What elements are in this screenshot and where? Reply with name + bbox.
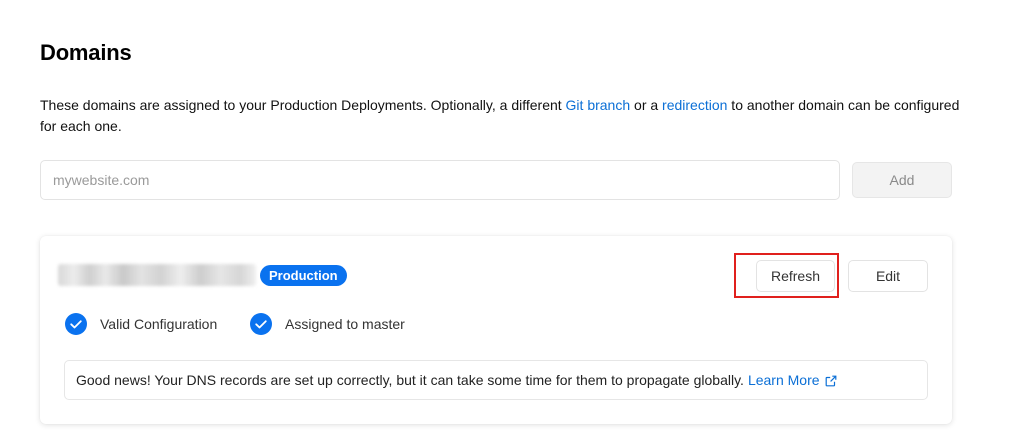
production-badge: Production xyxy=(260,265,347,286)
info-message-text: Good news! Your DNS records are set up c… xyxy=(76,372,744,388)
domains-page: Domains These domains are assigned to yo… xyxy=(0,0,1022,442)
git-branch-link[interactable]: Git branch xyxy=(566,97,631,113)
status-label: Valid Configuration xyxy=(100,316,218,332)
description-text-1: These domains are assigned to your Produ… xyxy=(40,97,566,113)
edit-button[interactable]: Edit xyxy=(848,260,928,292)
status-valid-configuration: Valid Configuration xyxy=(65,313,217,335)
check-circle-icon xyxy=(65,313,87,335)
learn-more-label: Learn More xyxy=(747,372,820,388)
page-description: These domains are assigned to your Produ… xyxy=(40,95,970,137)
status-assigned-to-master: Assigned to master xyxy=(250,313,405,335)
redirection-link[interactable]: redirection xyxy=(662,97,727,113)
domain-input[interactable] xyxy=(40,160,840,200)
description-text-2: or a xyxy=(630,97,663,113)
page-title: Domains xyxy=(40,40,132,65)
check-circle-icon xyxy=(250,313,272,335)
status-label: Assigned to master xyxy=(285,316,405,332)
learn-more-link[interactable]: Learn More xyxy=(748,372,837,388)
dns-info-message: Good news! Your DNS records are set up c… xyxy=(64,360,928,400)
refresh-button[interactable]: Refresh xyxy=(756,260,835,292)
add-button[interactable]: Add xyxy=(852,162,952,198)
domain-name-redacted xyxy=(58,264,256,286)
external-link-icon xyxy=(825,374,837,387)
domain-card: Production Refresh Edit Valid Configurat… xyxy=(40,236,952,424)
